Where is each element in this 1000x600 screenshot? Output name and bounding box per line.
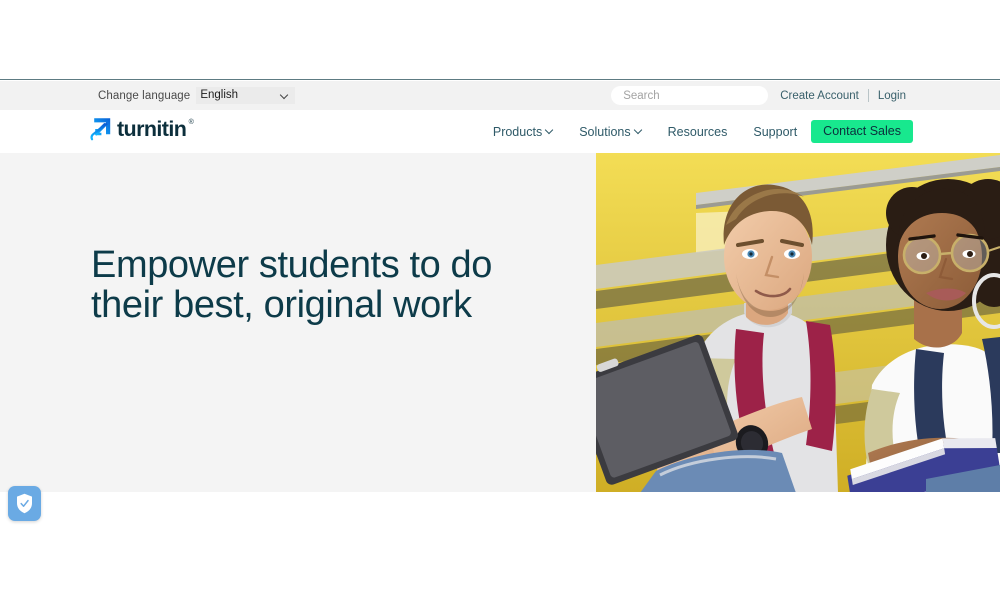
hero-photo-illustration [596,153,1000,493]
nav-item-solutions[interactable]: Solutions [579,125,641,139]
hero-image [596,153,1000,493]
language-select[interactable]: English [196,87,296,104]
turnitin-arrow-mark-icon [90,118,111,141]
nav-item-support[interactable]: Support [753,125,797,139]
wordmark-text: turnitin [117,116,187,141]
login-link[interactable]: Login [878,90,906,102]
trademark-symbol: ® [188,118,194,126]
chevron-down-icon [635,127,642,134]
privacy-consent-badge[interactable] [8,486,41,521]
nav-item-support-label: Support [753,124,798,139]
nav-item-resources[interactable]: Resources [668,125,728,139]
account-links: Create Account Login [780,89,906,102]
contact-sales-button[interactable]: Contact Sales [811,120,913,143]
nav-item-products-label: Products [492,124,543,139]
hero-title: Empower students to do their best, origin… [91,245,561,326]
language-switcher[interactable]: Change language English [98,81,296,110]
create-account-link[interactable]: Create Account [780,90,859,102]
search-input[interactable] [611,86,769,105]
turnitin-logo[interactable]: turnitin ® [90,116,194,142]
turnitin-wordmark: turnitin ® [117,116,194,141]
nav-items: Products Solutions Resources Support Con… [493,110,913,153]
change-language-label: Change language [98,89,191,102]
turnitin-homepage: Change language English Create Account L… [0,0,1000,600]
utility-bar-right: Create Account Login [611,81,906,110]
main-navigation: turnitin ® Products Solutions Resources S… [0,110,1000,153]
hero-copy: Empower students to do their best, origin… [91,245,561,326]
hero-title-line2: their best, original work [91,284,472,327]
nav-item-resources-label: Resources [667,124,728,139]
utility-bar: Change language English Create Account L… [0,81,1000,110]
browser-blank-area [0,0,1000,80]
chevron-down-icon [546,127,553,134]
shield-check-icon [17,493,32,514]
nav-item-solutions-label: Solutions [579,124,631,139]
hero-title-line1: Empower students to do [91,244,492,286]
below-fold-area [0,492,1000,600]
language-select-value: English [200,88,239,101]
chevron-down-icon [281,92,288,99]
link-divider [867,89,869,102]
nav-item-products[interactable]: Products [493,125,553,139]
